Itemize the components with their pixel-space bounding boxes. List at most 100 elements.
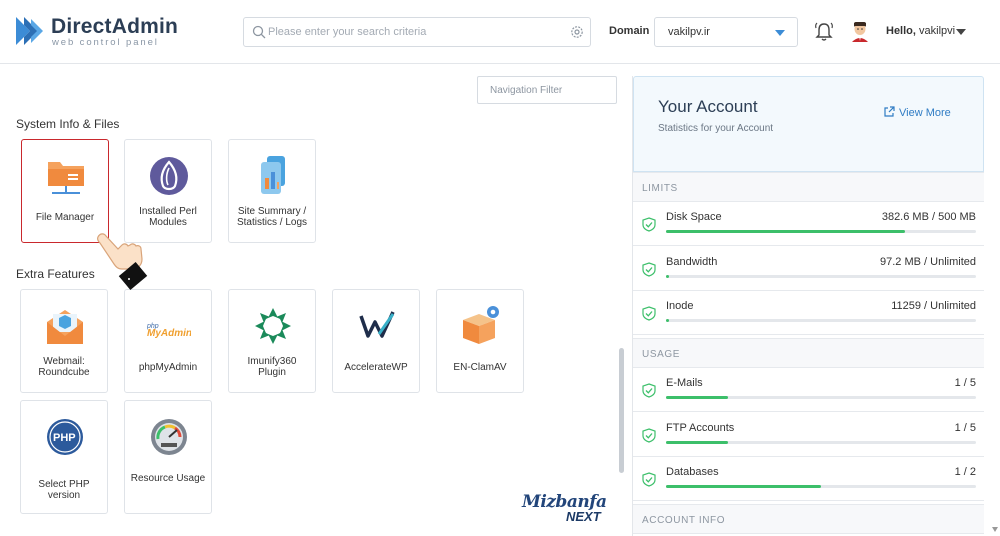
gauge-icon: [151, 419, 187, 455]
notification-bell-icon[interactable]: [814, 21, 834, 43]
shield-check-icon: [642, 472, 656, 487]
stat-name: Disk Space: [666, 211, 722, 223]
stat-row: FTP Accounts 1 / 5: [633, 412, 984, 457]
stat-progress-fill: [666, 230, 905, 233]
stat-progress-fill: [666, 440, 728, 444]
stat-value: 1 / 5: [954, 377, 976, 389]
stat-value: 11259 / Unlimited: [891, 300, 976, 312]
tile-label: phpMyAdmin: [138, 362, 198, 373]
account-subtitle: Statistics for your Account: [658, 123, 774, 134]
tile-label: AccelerateWP: [344, 362, 408, 373]
tile-acceleratewp[interactable]: AccelerateWP: [332, 289, 420, 393]
stat-value: 97.2 MB / Unlimited: [880, 255, 976, 268]
tile-label: Site Summary / Statistics / Logs: [236, 206, 308, 228]
pointing-hand-cursor-icon: [97, 233, 148, 290]
mizbanfa-watermark-logo: Mizbanfa NEXT: [522, 492, 614, 524]
tile-phpmyadmin[interactable]: php MyAdmin phpMyAdmin: [124, 289, 212, 393]
phpmyadmin-icon: php MyAdmin: [147, 323, 191, 339]
stat-progress-fill: [666, 485, 821, 488]
shield-check-icon: [642, 383, 656, 398]
search-icon: [252, 25, 266, 39]
folder-icon: [48, 162, 84, 194]
brand-title: DirectAdmin: [51, 15, 179, 38]
stat-name: Bandwidth: [666, 255, 718, 268]
stat-name: FTP Accounts: [666, 421, 735, 434]
statistics-icon: [261, 156, 285, 194]
tile-site-summary-statistics-logs[interactable]: Site Summary / Statistics / Logs: [228, 139, 316, 243]
perl-onion-icon: [150, 157, 188, 195]
account-card: Your Account Statistics for your Account…: [633, 76, 984, 172]
acceleratewp-icon: [359, 311, 395, 338]
scroll-down-arrow-icon[interactable]: [992, 527, 998, 532]
shield-check-icon: [642, 427, 656, 443]
directadmin-logo-icon: [16, 17, 43, 45]
watermark-line2: NEXT: [566, 509, 601, 524]
domain-select[interactable]: vakilpv.ir: [654, 17, 798, 47]
stat-row: Databases 1 / 2: [633, 457, 984, 501]
imunify-icon: [255, 308, 291, 344]
section-title-extra-features: Extra Features: [16, 267, 95, 281]
tile-file-manager[interactable]: File Manager: [21, 139, 109, 243]
tile-label: Webmail: Roundcube: [38, 356, 90, 378]
page-scrollbar[interactable]: [991, 64, 1000, 536]
search-box[interactable]: [243, 17, 591, 47]
shield-check-icon: [642, 261, 656, 277]
stat-name: Databases: [666, 466, 719, 478]
tile-installed-perl-modules[interactable]: Installed Perl Modules: [124, 139, 212, 243]
account-panel: Your Account Statistics for your Account…: [632, 76, 984, 536]
tile-resource-usage[interactable]: Resource Usage: [124, 400, 212, 514]
clamav-box-icon: [463, 306, 499, 344]
stat-progress-bar: [666, 274, 976, 278]
left-panel-scrollbar[interactable]: [619, 348, 624, 473]
stat-progress-bar: [666, 485, 976, 488]
stat-row: Disk Space 382.6 MB / 500 MB: [633, 202, 984, 246]
svg-text:MyAdmin: MyAdmin: [147, 328, 191, 339]
tile-label: Imunify360 Plugin: [247, 356, 297, 378]
stat-name: Inode: [666, 300, 694, 312]
svg-text:PHP: PHP: [53, 432, 76, 444]
brand-subtitle: web control panel: [52, 37, 159, 48]
username: vakilpvi: [919, 25, 956, 37]
tile-imunify360-plugin[interactable]: Imunify360 Plugin: [228, 289, 316, 393]
section-title-system-info: System Info & Files: [16, 117, 120, 131]
stat-name: E-Mails: [666, 377, 703, 389]
domain-label: Domain: [609, 25, 650, 37]
tile-select-php-version[interactable]: PHP Select PHP version: [20, 400, 108, 514]
account-title: Your Account: [658, 97, 758, 116]
user-menu-chevron-icon[interactable]: [956, 29, 966, 35]
webmail-icon: [47, 310, 83, 344]
greeting-text: Hello,: [886, 25, 916, 37]
external-link-icon: [884, 106, 895, 117]
tile-webmail-roundcube[interactable]: Webmail: Roundcube: [20, 289, 108, 393]
directadmin-logo[interactable]: DirectAdmin web control panel: [14, 13, 178, 51]
navigation-filter-input[interactable]: Navigation Filter: [477, 76, 617, 104]
tile-en-clamav[interactable]: EN-ClamAV: [436, 289, 524, 393]
stat-progress-fill: [666, 396, 728, 399]
user-greeting[interactable]: Hello, vakilpvi: [886, 25, 955, 37]
category-usage: USAGE: [633, 338, 984, 368]
tile-label: Installed Perl Modules: [139, 206, 197, 228]
stat-row: Bandwidth 97.2 MB / Unlimited: [633, 246, 984, 291]
domain-select-value: vakilpv.ir: [668, 26, 710, 38]
search-input[interactable]: [268, 22, 558, 42]
main-content: Navigation Filter System Info & Files Fi…: [0, 64, 625, 536]
tile-label: EN-ClamAV: [453, 362, 507, 373]
stat-progress-bar: [666, 440, 976, 444]
stat-value: 382.6 MB / 500 MB: [881, 211, 976, 223]
stat-value: 1 / 2: [954, 466, 976, 478]
php-icon: PHP: [47, 419, 83, 455]
view-more-link[interactable]: View More: [884, 106, 951, 119]
category-account-info: ACCOUNT INFO: [633, 504, 984, 534]
stat-progress-bar: [666, 319, 976, 322]
tile-label: Select PHP version: [38, 479, 90, 501]
view-more-label: View More: [899, 107, 951, 119]
top-bar: DirectAdmin web control panel Domain vak…: [0, 0, 1000, 64]
stat-value: 1 / 5: [954, 421, 976, 434]
stat-progress-fill: [666, 319, 670, 322]
stat-progress-bar: [666, 396, 976, 399]
gear-icon[interactable]: [570, 25, 584, 39]
shield-check-icon: [642, 306, 656, 321]
chevron-down-icon: [775, 30, 785, 36]
tile-label: Resource Usage: [130, 473, 206, 484]
user-avatar-icon[interactable]: [850, 20, 870, 42]
